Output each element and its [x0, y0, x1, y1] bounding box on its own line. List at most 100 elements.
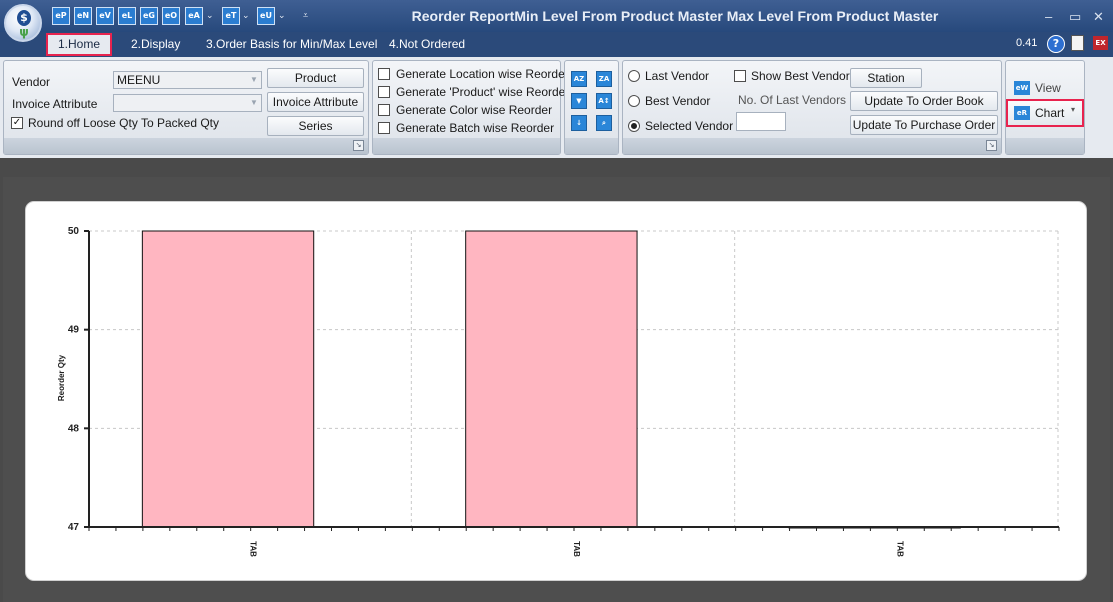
- app-logo[interactable]: $ ψ: [4, 4, 42, 42]
- ribbon-group-view: eW View eR Chart ▾: [1005, 60, 1085, 155]
- ribbon-group-vendor-mode: Last Vendor Best Vendor Selected Vendor …: [622, 60, 1002, 155]
- title-bar: $ ψ eP eN eV eL eG eO eA ⌄ eT ⌄ eU ⌄ ⩡ R…: [0, 0, 1113, 42]
- quick-access-icon[interactable]: eU: [257, 7, 275, 25]
- ribbon-tab-row: 1.Home 2.Display 3.Order Basis for Min/M…: [0, 32, 1113, 57]
- generate-color-label: Generate Color wise Reorder: [396, 103, 553, 117]
- quick-access-icon[interactable]: eL: [118, 7, 136, 25]
- selected-vendor-label: Selected Vendor: [645, 119, 734, 133]
- chevron-down-icon[interactable]: ▼: [247, 72, 261, 88]
- chart-label: Chart: [1035, 106, 1065, 120]
- chart-icon: eR: [1014, 106, 1030, 120]
- chevron-down-icon[interactable]: ⌄: [278, 10, 286, 21]
- chart-button[interactable]: eR Chart ▾: [1006, 99, 1084, 127]
- chevron-down-icon[interactable]: ⌄: [206, 10, 214, 21]
- group-footer: [373, 138, 560, 154]
- generate-product-checkbox[interactable]: [378, 86, 390, 98]
- quick-access-icon[interactable]: eP: [52, 7, 70, 25]
- chart-bar: [465, 230, 638, 528]
- quick-access-icon[interactable]: eA: [185, 7, 203, 25]
- update-order-book-button[interactable]: Update To Order Book: [850, 91, 998, 111]
- generate-batch-label: Generate Batch wise Reorder: [396, 121, 555, 135]
- document-icon[interactable]: [1071, 35, 1084, 51]
- ribbon-group-generate: Generate Location wise Reorder Generate …: [372, 60, 569, 155]
- dialog-launcher-icon[interactable]: ↘: [986, 140, 997, 151]
- minimize-button[interactable]: –: [1045, 9, 1052, 24]
- tab-home[interactable]: 1.Home: [45, 33, 113, 56]
- update-purchase-order-button[interactable]: Update To Purchase Order: [850, 115, 998, 135]
- group-footer: [1006, 138, 1084, 154]
- vendor-label: Vendor: [12, 75, 51, 89]
- x-tick-label: TAB: [895, 541, 904, 557]
- tab-order-basis[interactable]: 3.Order Basis for Min/Max Level: [206, 35, 377, 54]
- generate-batch-checkbox[interactable]: [378, 122, 390, 134]
- show-best-vendor-label: Show Best Vendor: [751, 69, 850, 83]
- round-off-checkbox[interactable]: ✓: [11, 117, 23, 129]
- y-tick-label: 49: [68, 325, 80, 336]
- group-footer: [565, 138, 618, 154]
- chevron-down-icon[interactable]: ▼: [247, 95, 261, 111]
- help-icon[interactable]: ?: [1047, 35, 1065, 53]
- window-title: Reorder ReportMin Level From Product Mas…: [411, 8, 939, 24]
- generate-location-checkbox[interactable]: [378, 68, 390, 80]
- y-tick-label: 50: [68, 226, 80, 237]
- ribbon-group-sort-tools: AZ ZA ▼ A↕ ↓ ⌕: [564, 60, 619, 155]
- leaf-icon: ψ: [19, 25, 29, 39]
- x-tick-label: TAB: [572, 541, 581, 557]
- x-tick-label: TAB: [249, 541, 258, 557]
- station-button[interactable]: Station: [850, 68, 922, 88]
- invoice-attribute-button[interactable]: Invoice Attribute: [267, 92, 364, 112]
- filter-icon[interactable]: ▼: [571, 93, 587, 109]
- chart-bar: [141, 230, 315, 528]
- generate-product-label: Generate 'Product' wise Reorder: [396, 85, 570, 99]
- no-of-last-vendors-input[interactable]: [736, 112, 786, 131]
- invoice-attribute-label: Invoice Attribute: [12, 97, 98, 111]
- sort-ascending-icon[interactable]: AZ: [571, 71, 587, 87]
- quick-access-icon[interactable]: eG: [140, 7, 158, 25]
- customize-toolbar-icon[interactable]: ⩡: [303, 10, 308, 21]
- maximize-button[interactable]: ▭: [1069, 9, 1081, 25]
- quick-access-icon[interactable]: eN: [74, 7, 92, 25]
- tab-not-ordered[interactable]: 4.Not Ordered: [389, 35, 465, 54]
- invoice-attribute-combobox[interactable]: ▼: [113, 94, 262, 112]
- chevron-down-icon[interactable]: ▾: [1071, 105, 1075, 114]
- quick-access-icon[interactable]: eO: [162, 7, 180, 25]
- vendor-value: MEENU: [117, 73, 161, 87]
- exit-icon[interactable]: EX: [1093, 36, 1108, 50]
- y-tick-label: 47: [68, 522, 80, 533]
- product-button[interactable]: Product: [267, 68, 364, 88]
- ribbon-group-vendor: Vendor MEENU ▼ Invoice Attribute ▼ ✓ Rou…: [3, 60, 369, 155]
- view-icon: eW: [1014, 81, 1030, 95]
- last-vendor-label: Last Vendor: [645, 69, 710, 83]
- round-off-label: Round off Loose Qty To Packed Qty: [28, 116, 220, 130]
- reorder-chart: 47 48 49 50 TAB TAB TAB Reorder Qty: [57, 226, 1060, 557]
- best-vendor-label: Best Vendor: [645, 94, 711, 108]
- group-footer: [623, 138, 1001, 154]
- vendor-combobox[interactable]: MEENU ▼: [113, 71, 262, 89]
- quick-access-icon[interactable]: eV: [96, 7, 114, 25]
- ribbon: Vendor MEENU ▼ Invoice Attribute ▼ ✓ Rou…: [0, 57, 1113, 159]
- chevron-down-icon[interactable]: ⌄: [242, 10, 250, 21]
- sort-descending-icon[interactable]: ZA: [596, 71, 612, 87]
- selected-vendor-radio[interactable]: [628, 120, 640, 132]
- last-vendor-radio[interactable]: [628, 70, 640, 82]
- show-best-vendor-checkbox[interactable]: [734, 70, 746, 82]
- find-icon[interactable]: ⌕: [596, 115, 612, 131]
- generate-color-checkbox[interactable]: [378, 104, 390, 116]
- tab-display[interactable]: 2.Display: [131, 35, 180, 54]
- no-of-last-vendors-label: No. Of Last Vendors: [738, 93, 847, 107]
- quick-access-icon[interactable]: eT: [222, 7, 240, 25]
- view-button[interactable]: View: [1035, 81, 1061, 95]
- dollar-icon: $: [17, 10, 31, 26]
- dialog-launcher-icon[interactable]: ↘: [353, 140, 364, 151]
- generate-location-label: Generate Location wise Reorder: [396, 67, 569, 81]
- sort-alpha-icon[interactable]: A↕: [596, 93, 612, 109]
- quick-access-toolbar: eP eN eV eL eG eO eA ⌄ eT ⌄ eU ⌄ ⩡: [52, 7, 312, 25]
- close-button[interactable]: ✕: [1093, 9, 1104, 25]
- group-footer: [4, 138, 368, 154]
- version-label: 0.41: [1016, 37, 1038, 49]
- series-button[interactable]: Series: [267, 116, 364, 136]
- chart-panel: 47 48 49 50 TAB TAB TAB Reorder Qty: [25, 201, 1087, 581]
- sort-by-icon[interactable]: ↓: [571, 115, 587, 131]
- best-vendor-radio[interactable]: [628, 95, 640, 107]
- y-tick-label: 48: [68, 423, 80, 434]
